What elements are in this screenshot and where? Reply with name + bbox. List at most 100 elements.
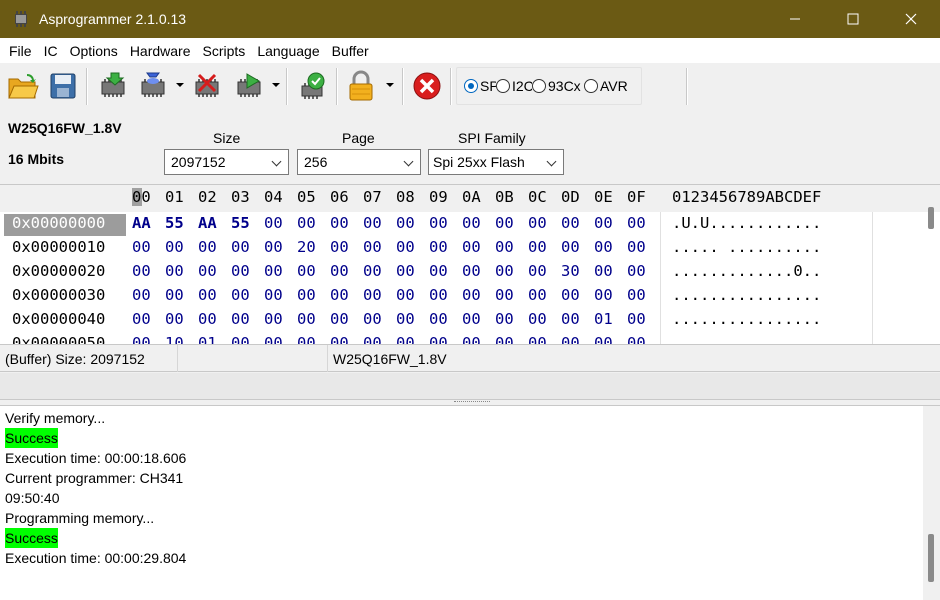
verify-chip-button[interactable]	[232, 69, 266, 103]
hex-editor[interactable]: 0123456789ABCDEF 00 01 02 03 04 05 06 07 08 09 0A 0…	[0, 184, 940, 344]
mode-avr[interactable]: AVR	[584, 78, 628, 94]
hex-byte[interactable]: 00	[132, 262, 151, 280]
hex-byte[interactable]: 00	[429, 262, 448, 280]
hex-row[interactable]: 0x00000050 00 10 01 00 00 00 00 00 00 00 00 00 00 00 00…	[0, 332, 920, 344]
hex-byte[interactable]: AA	[132, 214, 151, 232]
hex-row-ascii[interactable]: ................	[672, 286, 821, 304]
hex-byte[interactable]: 00	[429, 334, 448, 344]
hex-byte[interactable]: 00	[627, 214, 646, 232]
hex-byte[interactable]: 00	[495, 214, 514, 232]
hex-byte[interactable]: 00	[462, 238, 481, 256]
hex-byte[interactable]: 00	[495, 286, 514, 304]
hex-row[interactable]: 0x00000040 00 00 00 00 00 00 00 00 00 00 00 00 00 00 01…	[0, 308, 920, 332]
hex-byte[interactable]: 00	[396, 286, 415, 304]
log-panel[interactable]: Verify memory... Success Execution time: 0…	[0, 405, 940, 600]
menu-hardware[interactable]: Hardware	[124, 43, 197, 59]
menu-file[interactable]: File	[3, 43, 38, 59]
hex-row-ascii[interactable]: ................	[672, 310, 821, 328]
hex-byte[interactable]: 00	[528, 310, 547, 328]
hex-byte[interactable]: 00	[231, 262, 250, 280]
log-scrollbar[interactable]	[923, 406, 940, 600]
hex-row[interactable]: 0x00000030 00 00 00 00 00 00 00 00 00 00 00 00 00 00 00…	[0, 284, 920, 308]
hex-byte[interactable]: 00	[297, 262, 316, 280]
hex-row[interactable]: 0x00000020 00 00 00 00 00 00 00 00 00 00 00 00 00 30 00…	[0, 260, 920, 284]
hex-byte[interactable]: 00	[396, 262, 415, 280]
mode-93cx[interactable]: 93Cx	[532, 78, 584, 94]
erase-chip-button[interactable]	[190, 69, 224, 103]
hex-byte[interactable]: 00	[495, 238, 514, 256]
hex-byte[interactable]: 00	[165, 262, 184, 280]
hex-byte[interactable]: 00	[462, 214, 481, 232]
hex-byte[interactable]: 00	[198, 286, 217, 304]
hex-byte[interactable]: 00	[297, 310, 316, 328]
hex-byte[interactable]: 00	[363, 310, 382, 328]
hex-byte[interactable]: 00	[561, 286, 580, 304]
page-select[interactable]: 256	[297, 149, 421, 175]
menu-scripts[interactable]: Scripts	[197, 43, 252, 59]
hex-byte[interactable]: 00	[396, 334, 415, 344]
close-button[interactable]	[882, 0, 940, 38]
hex-byte[interactable]: 00	[231, 238, 250, 256]
menu-buffer[interactable]: Buffer	[326, 43, 375, 59]
hex-byte[interactable]: 00	[627, 262, 646, 280]
hex-row-ascii[interactable]: ..... ..........	[672, 238, 821, 256]
hex-row-ascii[interactable]: ................	[672, 334, 821, 344]
hex-row-ascii[interactable]: .............0..	[672, 262, 821, 280]
size-select[interactable]: 2097152	[164, 149, 289, 175]
read-chip-button[interactable]	[96, 69, 130, 103]
mode-i2c[interactable]: I2C	[496, 78, 532, 94]
hex-byte[interactable]: 00	[198, 238, 217, 256]
hex-byte[interactable]: 00	[396, 310, 415, 328]
hex-byte[interactable]: 00	[528, 238, 547, 256]
write-chip-button[interactable]	[136, 69, 170, 103]
hex-byte[interactable]: 00	[462, 334, 481, 344]
hex-byte[interactable]: 00	[363, 214, 382, 232]
mode-spi[interactable]: SPI	[464, 78, 496, 94]
hex-byte[interactable]: 00	[627, 286, 646, 304]
hex-byte[interactable]: 00	[132, 238, 151, 256]
hex-byte[interactable]: 00	[594, 334, 613, 344]
hex-byte[interactable]: 00	[330, 334, 349, 344]
hex-byte[interactable]: 00	[132, 286, 151, 304]
hex-byte[interactable]: 00	[462, 286, 481, 304]
hex-byte[interactable]: 00	[198, 310, 217, 328]
hex-byte[interactable]: 00	[330, 310, 349, 328]
hex-row[interactable]: 0x00000010 00 00 00 00 00 20 00 00 00 00 00 00 00 00 00…	[0, 236, 920, 260]
hex-byte[interactable]: 00	[330, 214, 349, 232]
hex-byte[interactable]: 00	[627, 238, 646, 256]
hex-byte[interactable]: 00	[264, 310, 283, 328]
hex-byte[interactable]: 00	[561, 214, 580, 232]
menu-options[interactable]: Options	[64, 43, 124, 59]
hex-byte[interactable]: 00	[363, 238, 382, 256]
hex-byte[interactable]: 00	[561, 238, 580, 256]
hex-scrollbar-thumb[interactable]	[928, 207, 934, 229]
hex-byte[interactable]: 00	[495, 310, 514, 328]
hex-byte[interactable]: 00	[594, 238, 613, 256]
open-button[interactable]	[6, 69, 40, 103]
hex-byte[interactable]: 00	[363, 334, 382, 344]
hex-byte[interactable]: 00	[429, 310, 448, 328]
hex-byte[interactable]: 00	[264, 238, 283, 256]
hex-byte[interactable]: 01	[594, 310, 613, 328]
hex-byte[interactable]: 00	[528, 334, 547, 344]
hex-byte[interactable]: 10	[165, 334, 184, 344]
hex-byte[interactable]: 00	[594, 214, 613, 232]
log-scrollbar-thumb[interactable]	[928, 534, 934, 582]
hex-byte[interactable]: 00	[165, 286, 184, 304]
hex-byte[interactable]: 00	[627, 334, 646, 344]
hex-byte[interactable]: 00	[264, 262, 283, 280]
spi-family-select[interactable]: Spi 25xx Flash	[428, 149, 564, 175]
hex-byte[interactable]: 00	[429, 214, 448, 232]
hex-byte[interactable]: 00	[165, 310, 184, 328]
menu-ic[interactable]: IC	[38, 43, 64, 59]
hex-byte[interactable]: 00	[264, 286, 283, 304]
maximize-button[interactable]	[824, 0, 882, 38]
hex-byte[interactable]: 55	[165, 214, 184, 232]
hex-byte[interactable]: AA	[198, 214, 217, 232]
hex-byte[interactable]: 00	[231, 334, 250, 344]
hex-byte[interactable]: 55	[231, 214, 250, 232]
hex-byte[interactable]: 00	[627, 310, 646, 328]
hex-byte[interactable]: 30	[561, 262, 580, 280]
check-chip-button[interactable]	[296, 69, 330, 103]
hex-byte[interactable]: 00	[594, 262, 613, 280]
